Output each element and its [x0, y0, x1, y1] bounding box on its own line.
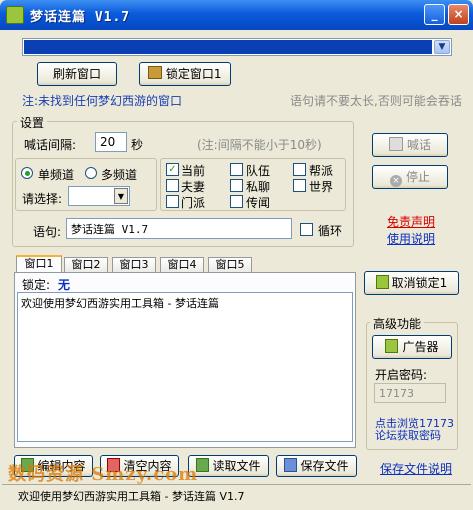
shout-button[interactable]: 喊话: [372, 133, 448, 157]
channel-label-sect: 门派: [181, 196, 206, 210]
channel-label-world: 世界: [309, 180, 334, 194]
channel-label-guild: 帮派: [309, 164, 334, 178]
interval-unit: 秒: [131, 138, 144, 152]
loop-checkbox[interactable]: [300, 223, 313, 236]
channel-label-private: 私聊: [246, 180, 271, 194]
refresh-window-button[interactable]: 刷新窗口: [37, 62, 117, 86]
advertiser-label: 广告器: [402, 340, 439, 354]
tab-window-2[interactable]: 窗口2: [64, 257, 108, 272]
unlock-icon: [375, 275, 389, 289]
edit-icon: [21, 458, 35, 472]
channel-checkbox-world[interactable]: [293, 179, 306, 192]
password-label: 开启密码:: [375, 368, 428, 382]
advertiser-button[interactable]: 广告器: [372, 335, 452, 359]
lock-window-button[interactable]: 锁定窗口1: [139, 62, 231, 86]
channel-checkbox-current[interactable]: ✓: [166, 163, 179, 176]
shout-icon: [388, 137, 403, 151]
lock-status-label: 锁定:: [22, 278, 51, 292]
status-bar-text: 欢迎使用梦幻西游实用工具箱 - 梦话连篇 V1.7: [18, 490, 245, 503]
advanced-group-label: 高级功能: [370, 315, 425, 332]
advertiser-icon: [385, 339, 399, 353]
tab-window-5[interactable]: 窗口5: [208, 257, 252, 272]
channel-select[interactable]: ▼: [68, 186, 130, 206]
tab-window-3[interactable]: 窗口3: [112, 257, 156, 272]
clear-icon: [107, 458, 121, 472]
channel-checkbox-guild[interactable]: [293, 163, 306, 176]
loop-label: 循环: [318, 224, 343, 238]
channel-label-couple: 夫妻: [181, 180, 206, 194]
interval-input[interactable]: 20: [95, 132, 127, 152]
channel-label-rumor: 传闻: [246, 196, 271, 210]
password-input[interactable]: 17173: [374, 383, 446, 403]
window-select-value: [24, 40, 432, 54]
save-help-link[interactable]: 保存文件说明: [380, 460, 452, 477]
stop-icon: ×: [389, 175, 402, 187]
close-button[interactable]: ×: [448, 4, 469, 25]
disclaimer-link[interactable]: 免责声明: [387, 213, 435, 230]
interval-note: (注:间隔不能小于10秒): [197, 138, 322, 152]
choose-label: 请选择:: [22, 192, 63, 206]
read-file-icon: [196, 458, 210, 472]
window-select[interactable]: ▼: [22, 38, 452, 56]
single-channel-radio[interactable]: [21, 167, 33, 179]
lock-icon: [148, 66, 162, 79]
chevron-down-icon[interactable]: ▼: [114, 188, 128, 204]
minimize-button[interactable]: _: [424, 4, 445, 25]
app-icon: [6, 6, 24, 24]
hint-text: 语句请不要太长,否则可能会吞话: [290, 94, 462, 108]
single-channel-label: 单频道: [38, 168, 75, 182]
settings-group-label: 设置: [17, 114, 48, 131]
edit-content-button[interactable]: 编辑内容: [14, 455, 93, 477]
channel-checkbox-couple[interactable]: [166, 179, 179, 192]
phrase-input[interactable]: 梦话连篇 V1.7: [66, 218, 292, 239]
chevron-down-icon[interactable]: ▼: [434, 40, 450, 54]
log-text: 欢迎使用梦幻西游实用工具箱 - 梦话连篇: [21, 297, 219, 310]
log-textarea[interactable]: 欢迎使用梦幻西游实用工具箱 - 梦话连篇: [17, 292, 353, 442]
save-file-label: 保存文件: [300, 459, 349, 473]
status-text: 注:未找到任何梦幻西游的窗口: [22, 94, 183, 108]
status-bar: 欢迎使用梦幻西游实用工具箱 - 梦话连篇 V1.7: [2, 484, 471, 504]
channel-label-current: 当前: [181, 164, 206, 178]
channel-checkbox-private[interactable]: [230, 179, 243, 192]
unlock-button[interactable]: 取消锁定1: [364, 271, 459, 295]
multi-channel-radio[interactable]: [85, 167, 97, 179]
edit-content-label: 编辑内容: [37, 459, 86, 473]
usage-link[interactable]: 使用说明: [387, 230, 435, 247]
phrase-label: 语句:: [33, 225, 62, 239]
shout-label: 喊话: [406, 138, 431, 152]
channel-checkbox-sect[interactable]: [166, 195, 179, 208]
interval-label: 喊话间隔:: [24, 138, 77, 152]
channel-checkbox-team[interactable]: [230, 163, 243, 176]
clear-content-label: 清空内容: [123, 459, 172, 473]
lock-window-label: 锁定窗口1: [165, 67, 222, 81]
stop-button[interactable]: × 停止: [372, 165, 448, 189]
unlock-label: 取消锁定1: [391, 276, 448, 290]
stop-label: 停止: [405, 170, 430, 184]
window-title: 梦话连篇 V1.7: [30, 10, 131, 25]
read-file-label: 读取文件: [212, 459, 261, 473]
multi-channel-label: 多频道: [101, 168, 138, 182]
tab-window-4[interactable]: 窗口4: [160, 257, 204, 272]
tab-window-1[interactable]: 窗口1: [16, 255, 62, 273]
lock-status-value: 无: [58, 278, 71, 292]
save-file-icon: [284, 458, 298, 472]
save-file-button[interactable]: 保存文件: [276, 455, 357, 477]
channel-label-team: 队伍: [246, 164, 271, 178]
clear-content-button[interactable]: 清空内容: [100, 455, 179, 477]
forum-link[interactable]: 点击浏览17173论坛获取密码: [375, 418, 455, 442]
read-file-button[interactable]: 读取文件: [188, 455, 269, 477]
channel-checkbox-rumor[interactable]: [230, 195, 243, 208]
